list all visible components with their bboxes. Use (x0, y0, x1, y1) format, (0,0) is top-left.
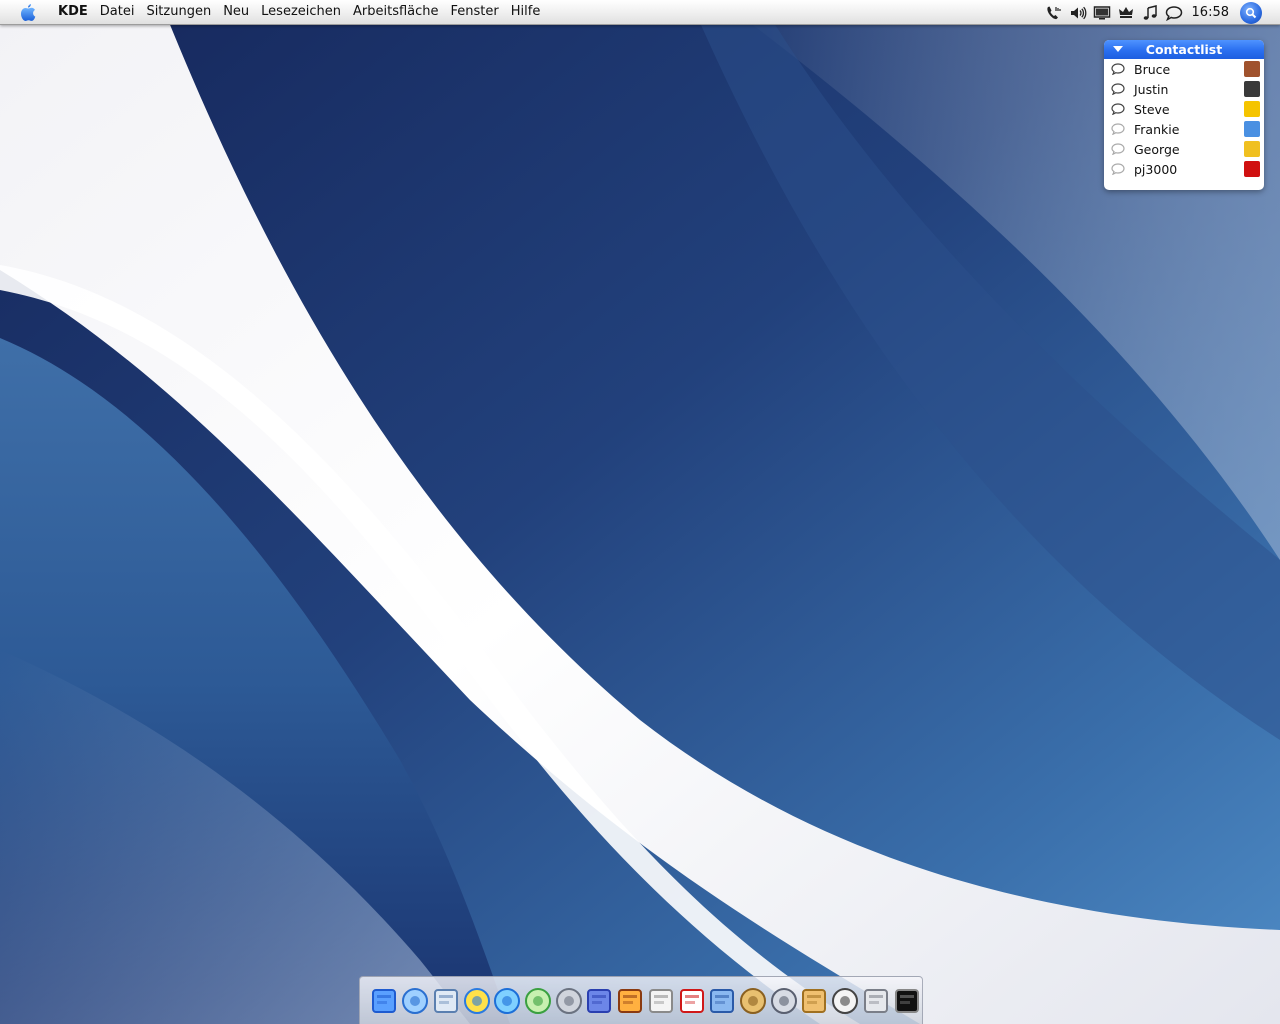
chat-bubble-icon (1111, 63, 1125, 76)
chat-bubble-icon (1111, 143, 1125, 156)
contact-name: pj3000 (1134, 162, 1178, 177)
photo-icon[interactable] (707, 985, 738, 1017)
menu-lesezeichen[interactable]: Lesezeichen (255, 0, 347, 24)
menu-neu[interactable]: Neu (217, 0, 255, 24)
system-preferences-icon[interactable] (553, 985, 584, 1017)
acrobat-icon[interactable] (676, 985, 707, 1017)
contact-avatar (1244, 121, 1260, 137)
terminal-icon[interactable] (891, 985, 922, 1017)
contact-avatar (1244, 81, 1260, 97)
spotlight-search-icon[interactable] (1240, 1, 1262, 24)
contact-avatar (1244, 141, 1260, 157)
contact-avatar (1244, 101, 1260, 117)
chat-bubble-icon (1111, 123, 1125, 136)
chat-bubble-icon (1111, 163, 1125, 176)
boot-camp-icon[interactable] (861, 985, 892, 1017)
aim-icon[interactable] (461, 985, 492, 1017)
desktop-wallpaper (0, 0, 1280, 1024)
preview-icon[interactable] (645, 985, 676, 1017)
iphoto-icon[interactable] (615, 985, 646, 1017)
chat-bubble-icon (1111, 83, 1125, 96)
contact-name: George (1134, 142, 1180, 157)
itunes-icon[interactable] (523, 985, 554, 1017)
contact-name: Bruce (1134, 62, 1171, 77)
apple-menu-icon[interactable] (15, 1, 41, 23)
contactlist-header[interactable]: Contactlist (1104, 40, 1264, 59)
stopwatch-icon[interactable] (830, 985, 861, 1017)
contact-row[interactable]: Bruce (1104, 59, 1264, 79)
contact-name: Steve (1134, 102, 1170, 117)
internet-connect-icon[interactable] (768, 985, 799, 1017)
contact-row[interactable]: Steve (1104, 99, 1264, 119)
contact-row[interactable]: pj3000 (1104, 159, 1264, 179)
app-menu-kde[interactable]: KDE (56, 0, 94, 24)
contact-row[interactable]: Frankie (1104, 119, 1264, 139)
menu-fenster[interactable]: Fenster (445, 0, 505, 24)
menu-arbeitsflaeche[interactable]: Arbeitsfläche (347, 0, 445, 24)
clock[interactable]: 16:58 (1186, 5, 1240, 20)
display-icon[interactable] (1090, 2, 1114, 24)
menu-hilfe[interactable]: Hilfe (505, 0, 547, 24)
safari-icon[interactable] (400, 985, 431, 1017)
contact-row[interactable]: George (1104, 139, 1264, 159)
contact-name: Frankie (1134, 122, 1180, 137)
menubar: KDE Datei Sitzungen Neu Lesezeichen Arbe… (0, 0, 1280, 25)
contact-avatar (1244, 61, 1260, 77)
menu-sitzungen[interactable]: Sitzungen (140, 0, 217, 24)
network-icon[interactable] (738, 985, 769, 1017)
mail-icon[interactable] (430, 985, 461, 1017)
crown-icon[interactable] (1114, 2, 1138, 24)
volume-icon[interactable] (1066, 2, 1090, 24)
finder-icon[interactable] (369, 985, 400, 1017)
contactlist-title: Contactlist (1145, 42, 1223, 57)
contact-rows: Bruce Justin Steve Frankie George pj3000 (1104, 59, 1264, 179)
phone-icon[interactable] (1042, 2, 1066, 24)
contact-avatar (1244, 161, 1260, 177)
menu-datei[interactable]: Datei (94, 0, 141, 24)
contact-row[interactable]: Justin (1104, 79, 1264, 99)
address-book-icon[interactable] (799, 985, 830, 1017)
contactlist-widget: Contactlist Bruce Justin Steve Frankie Georg… (1104, 40, 1264, 190)
dock (359, 976, 923, 1024)
menubar-tray: 16:58 (1042, 0, 1280, 25)
contact-name: Justin (1134, 82, 1169, 97)
quicktime-icon[interactable] (492, 985, 523, 1017)
collapse-triangle-icon[interactable] (1113, 46, 1123, 52)
textedit-icon[interactable] (584, 985, 615, 1017)
chat-bubble-icon (1111, 103, 1125, 116)
music-icon[interactable] (1138, 2, 1162, 24)
chat-icon[interactable] (1162, 2, 1186, 24)
